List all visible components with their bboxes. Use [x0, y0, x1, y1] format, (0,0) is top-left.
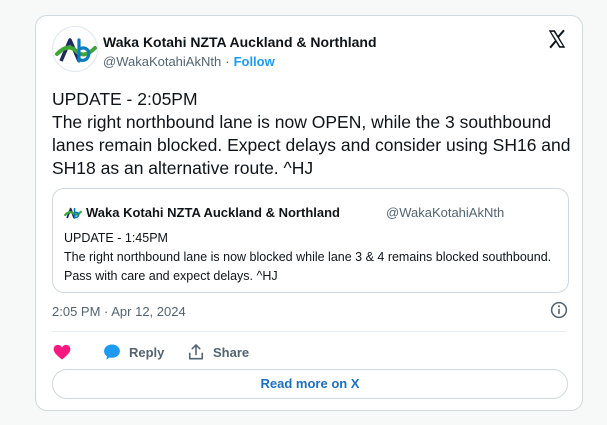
quoted-tweet-text: UPDATE - 1:45PM The right northbound lan…: [64, 229, 554, 286]
info-icon[interactable]: [550, 301, 568, 319]
reply-label: Reply: [129, 344, 165, 360]
author-handle-row: @WakaKotahiAkNth · Follow: [103, 54, 275, 69]
quoted-text-line-1: UPDATE - 1:45PM: [64, 231, 168, 245]
quoted-author-avatar: [64, 204, 82, 222]
heart-icon: [53, 344, 71, 360]
x-logo-icon[interactable]: [546, 28, 568, 50]
quoted-tweet[interactable]: Waka Kotahi NZTA Auckland & Northland @W…: [52, 188, 569, 293]
tweet-timestamp[interactable]: 2:05 PM · Apr 12, 2024: [52, 304, 186, 319]
read-more-button[interactable]: Read more on X: [52, 369, 568, 399]
tweet-text-line-1: UPDATE - 2:05PM: [52, 89, 198, 109]
quoted-author-name: Waka Kotahi NZTA Auckland & Northland: [86, 205, 340, 220]
waka-kotahi-logo-icon: [64, 207, 82, 219]
separator-dot: ·: [225, 54, 230, 69]
like-button[interactable]: [52, 341, 72, 363]
quoted-text-line-2: The right northbound lane is now blocked…: [64, 250, 552, 283]
embedded-tweet-card: Waka Kotahi NZTA Auckland & Northland @W…: [35, 15, 583, 411]
author-avatar[interactable]: [52, 26, 98, 72]
waka-kotahi-logo-icon: [55, 38, 97, 63]
divider: [52, 331, 566, 332]
share-button[interactable]: Share: [186, 341, 249, 363]
tweet-text: UPDATE - 2:05PM The right northbound lan…: [52, 88, 572, 180]
speech-bubble-icon: [104, 344, 120, 360]
share-label: Share: [213, 344, 250, 360]
quoted-author-handle: @WakaKotahiAkNth: [386, 205, 505, 220]
tweet-text-line-2: The right northbound lane is now OPEN, w…: [52, 112, 571, 178]
share-icon: [188, 344, 204, 360]
author-handle[interactable]: @WakaKotahiAkNth: [103, 54, 221, 69]
author-name[interactable]: Waka Kotahi NZTA Auckland & Northland: [103, 34, 377, 50]
follow-link[interactable]: Follow: [234, 54, 275, 69]
reply-button[interactable]: Reply: [102, 341, 164, 363]
